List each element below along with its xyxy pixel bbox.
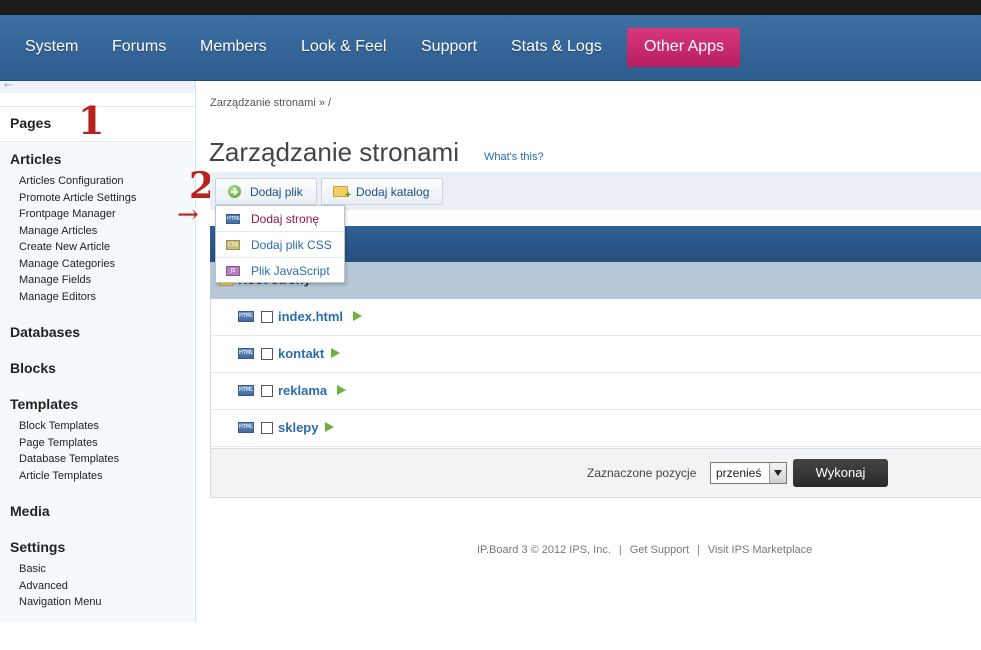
- sidebar-link[interactable]: Manage Categories: [19, 258, 115, 270]
- bulk-action-select[interactable]: przenieś: [710, 462, 787, 484]
- menu-item-add-js[interactable]: JS Plik JavaScript: [216, 258, 344, 284]
- menu-item-label: Dodaj plik CSS: [251, 238, 332, 252]
- html-file-icon: HTML: [238, 422, 254, 433]
- selected-items-label: Zaznaczone pozycje: [587, 466, 697, 480]
- execute-button[interactable]: Wykonaj: [793, 459, 888, 487]
- file-row: HTML reklama: [211, 373, 981, 410]
- page-title: Zarządzanie stronami: [209, 137, 459, 167]
- menu-item-add-css[interactable]: CSS Dodaj plik CSS: [216, 232, 344, 258]
- top-bar: [0, 0, 981, 15]
- go-arrow-icon[interactable]: [325, 422, 334, 432]
- nav-support[interactable]: Support: [421, 38, 477, 56]
- sidebar-link[interactable]: Manage Articles: [19, 225, 97, 237]
- menu-item-add-page[interactable]: HTML Dodaj stronę: [216, 206, 344, 232]
- add-file-button[interactable]: Dodaj plik: [215, 178, 317, 205]
- copyright-text: IP.Board 3 © 2012 IPS, Inc.: [477, 544, 611, 556]
- add-file-dropdown: HTML Dodaj stronę CSS Dodaj plik CSS JS …: [215, 205, 345, 283]
- file-row: HTML kontakt: [211, 336, 981, 373]
- sidebar-link[interactable]: Frontpage Manager: [19, 208, 116, 220]
- nav-look-and-feel[interactable]: Look & Feel: [301, 38, 386, 56]
- chevron-down-icon[interactable]: [769, 463, 786, 483]
- sidebar-heading-templates[interactable]: Templates: [10, 396, 78, 412]
- nav-members[interactable]: Members: [200, 38, 267, 56]
- annotation-arrow: →: [177, 200, 199, 230]
- file-row: HTML index.html: [211, 299, 981, 336]
- sidebar: ← Pages Articles Articles Configuration …: [0, 80, 196, 622]
- add-folder-label: Dodaj katalog: [356, 185, 430, 199]
- sidebar-heading-settings[interactable]: Settings: [10, 539, 65, 555]
- copyright-footer: IP.Board 3 © 2012 IPS, Inc. | Get Support |…: [477, 544, 812, 556]
- sidebar-pages-label: Pages: [10, 115, 52, 131]
- sidebar-menu: Articles Articles Configuration Promote …: [0, 143, 195, 622]
- sidebar-heading-databases[interactable]: Databases: [10, 324, 80, 340]
- nav-forums[interactable]: Forums: [112, 38, 166, 56]
- file-checkbox[interactable]: [261, 348, 273, 360]
- add-plus-icon: [228, 185, 241, 198]
- sidebar-link[interactable]: Basic: [19, 563, 46, 575]
- file-checkbox[interactable]: [261, 311, 273, 323]
- html-file-icon: HTML: [238, 348, 254, 359]
- collapse-arrow-icon[interactable]: ←: [4, 80, 12, 91]
- menu-item-label: Dodaj stronę: [251, 212, 320, 226]
- sidebar-heading-blocks[interactable]: Blocks: [10, 360, 56, 376]
- bulk-action-value: przenieś: [716, 466, 762, 480]
- html-file-icon: HTML: [238, 385, 254, 396]
- html-file-icon: HTML: [238, 311, 254, 322]
- go-arrow-icon[interactable]: [331, 348, 340, 358]
- sidebar-link[interactable]: Advanced: [19, 580, 68, 592]
- sidebar-link[interactable]: Promote Article Settings: [19, 192, 136, 204]
- nav-other-apps[interactable]: Other Apps: [627, 28, 740, 67]
- file-name-link[interactable]: kontakt: [278, 346, 324, 361]
- sidebar-link[interactable]: Create New Article: [19, 241, 110, 253]
- sidebar-link[interactable]: Manage Fields: [19, 274, 91, 286]
- file-name-link[interactable]: index.html: [278, 309, 343, 324]
- css-file-icon: CSS: [226, 240, 240, 250]
- file-checkbox[interactable]: [261, 422, 273, 434]
- nav-system[interactable]: System: [25, 38, 78, 56]
- file-name-link[interactable]: sklepy: [278, 420, 318, 435]
- sidebar-link[interactable]: Navigation Menu: [19, 596, 102, 608]
- footer-separator: |: [697, 544, 700, 556]
- annotation-number-one: 1: [78, 98, 105, 143]
- go-arrow-icon[interactable]: [353, 311, 362, 321]
- js-file-icon: JS: [226, 266, 240, 276]
- file-checkbox[interactable]: [261, 385, 273, 397]
- sidebar-heading-articles[interactable]: Articles: [10, 151, 61, 167]
- marketplace-link[interactable]: Visit IPS Marketplace: [708, 544, 812, 556]
- sidebar-link[interactable]: Articles Configuration: [19, 175, 124, 187]
- footer-separator: |: [618, 544, 622, 556]
- file-name-link[interactable]: reklama: [278, 383, 327, 398]
- sidebar-link[interactable]: Page Templates: [19, 437, 98, 449]
- breadcrumb[interactable]: Zarządzanie stronami » /: [210, 97, 331, 109]
- file-row: HTML sklepy: [211, 410, 981, 447]
- go-arrow-icon[interactable]: [337, 385, 346, 395]
- nav-other-apps-label: Other Apps: [644, 38, 725, 55]
- sidebar-heading-media[interactable]: Media: [10, 503, 50, 519]
- menu-item-label: Plik JavaScript: [251, 264, 330, 278]
- whats-this-link[interactable]: What's this?: [484, 151, 544, 163]
- html-file-icon: HTML: [226, 214, 241, 224]
- sidebar-link[interactable]: Manage Editors: [19, 291, 96, 303]
- nav-stats-logs[interactable]: Stats & Logs: [511, 38, 602, 56]
- sidebar-toggle-strip[interactable]: ←: [0, 80, 195, 93]
- sidebar-link[interactable]: Article Templates: [19, 470, 103, 482]
- add-folder-button[interactable]: Dodaj katalog: [321, 178, 443, 205]
- sidebar-link[interactable]: Database Templates: [19, 453, 119, 465]
- add-folder-icon: [333, 186, 351, 201]
- sidebar-link[interactable]: Block Templates: [19, 420, 99, 432]
- add-file-label: Dodaj plik: [250, 185, 303, 199]
- get-support-link[interactable]: Get Support: [630, 544, 689, 556]
- main-nav: System Forums Members Look & Feel Suppor…: [0, 15, 981, 81]
